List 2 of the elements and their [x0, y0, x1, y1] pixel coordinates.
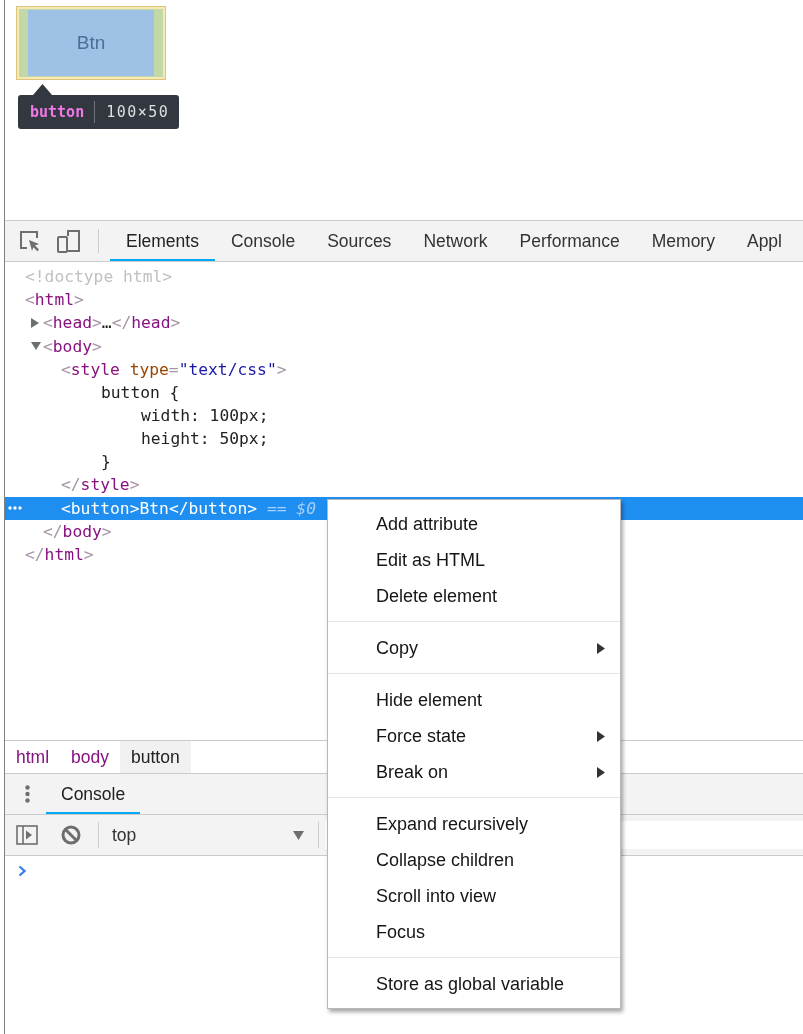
size-label: 100×50 — [106, 103, 170, 121]
tag-name-label: button — [30, 103, 85, 121]
